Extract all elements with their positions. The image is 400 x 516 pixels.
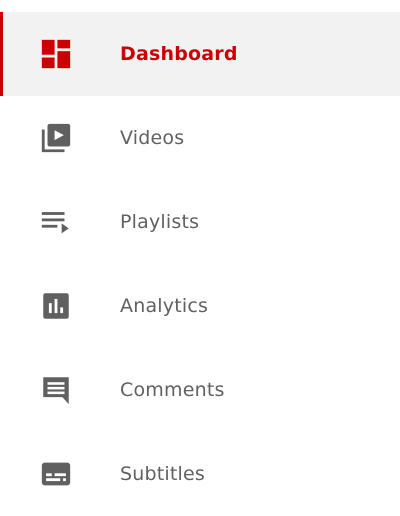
- sidebar-item-label: Comments: [120, 379, 225, 401]
- sidebar-item-label: Playlists: [120, 211, 200, 233]
- sidebar-item-label: Analytics: [120, 295, 209, 317]
- sidebar-item-label: Dashboard: [120, 43, 238, 65]
- dashboard-icon: [38, 36, 74, 72]
- comment-icon: [38, 372, 74, 408]
- sidebar-item-comments[interactable]: Comments: [0, 348, 400, 432]
- sidebar-item-dashboard[interactable]: Dashboard: [0, 12, 400, 96]
- subtitles-icon: [38, 456, 74, 492]
- sidebar-item-analytics[interactable]: Analytics: [0, 264, 400, 348]
- sidebar-item-label: Videos: [120, 127, 185, 149]
- playlist-icon: [38, 204, 74, 240]
- sidebar-nav: Dashboard Videos Playlists Analytics Com…: [0, 0, 400, 516]
- analytics-icon: [38, 288, 74, 324]
- sidebar-item-label: Subtitles: [120, 463, 206, 485]
- sidebar-item-videos[interactable]: Videos: [0, 96, 400, 180]
- sidebar-item-playlists[interactable]: Playlists: [0, 180, 400, 264]
- sidebar-item-subtitles[interactable]: Subtitles: [0, 432, 400, 516]
- video-library-icon: [38, 120, 74, 156]
- active-indicator: [0, 12, 3, 96]
